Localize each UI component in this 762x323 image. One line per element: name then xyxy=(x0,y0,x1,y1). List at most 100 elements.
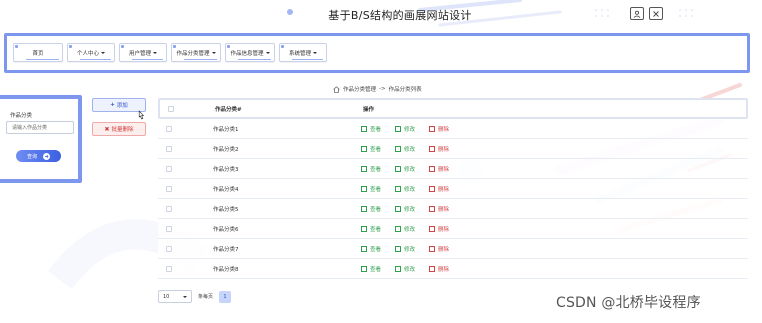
nav-item-label: 作品信息管理 xyxy=(230,50,264,57)
row-checkbox[interactable] xyxy=(166,185,172,192)
view-button[interactable]: 查看 xyxy=(361,205,381,213)
delete-icon xyxy=(429,205,436,212)
delete-button[interactable]: 删除 xyxy=(429,125,449,133)
category-name-cell: 作品分类7 xyxy=(213,246,239,253)
edit-button[interactable]: 修改 xyxy=(395,225,415,233)
edit-icon xyxy=(395,225,402,232)
delete-icon xyxy=(429,165,436,172)
view-icon xyxy=(361,165,367,172)
nav-item-home[interactable]: 首页 xyxy=(13,43,63,62)
delete-icon xyxy=(429,185,436,192)
row-checkbox[interactable] xyxy=(166,125,172,132)
page-size-select[interactable]: 10 xyxy=(158,290,192,303)
delete-icon xyxy=(429,145,436,152)
edit-label: 修改 xyxy=(404,246,416,253)
watermark: CSDN @北桥毕设程序 xyxy=(556,295,701,311)
view-icon xyxy=(361,145,367,152)
view-icon xyxy=(361,245,367,252)
delete-icon xyxy=(429,125,436,132)
chevron-down-icon xyxy=(153,51,157,54)
edit-button[interactable]: 修改 xyxy=(395,185,415,193)
search-panel: 作品分类 查询 xyxy=(0,95,82,183)
edit-button[interactable]: 修改 xyxy=(395,265,415,273)
delete-label: 删除 xyxy=(438,206,450,213)
view-icon xyxy=(361,265,367,272)
delete-label: 删除 xyxy=(438,166,450,173)
delete-icon xyxy=(429,265,436,272)
nav-item-system-management[interactable]: 系统管理 xyxy=(279,43,327,62)
nav-item-label: 系统管理 xyxy=(288,50,311,57)
batch-delete-button[interactable]: ✖ 批量删除 xyxy=(92,122,146,136)
edit-icon xyxy=(395,185,402,192)
delete-button[interactable]: 删除 xyxy=(429,165,449,173)
edit-icon xyxy=(395,125,402,132)
view-label: 查看 xyxy=(370,266,382,273)
table-row: 作品分类8 查看 修改 删除 xyxy=(158,259,748,279)
row-checkbox[interactable] xyxy=(166,145,172,152)
category-name-cell: 作品分类4 xyxy=(213,186,239,193)
edit-button[interactable]: 修改 xyxy=(395,205,415,213)
table-header: 作品分类# 操作 xyxy=(158,98,748,119)
column-header-actions: 操作 xyxy=(363,106,375,113)
category-search-input[interactable] xyxy=(6,121,74,134)
breadcrumb-section[interactable]: 作品分类管理 xyxy=(343,85,376,93)
view-button[interactable]: 查看 xyxy=(361,125,381,133)
delete-button[interactable]: 删除 xyxy=(429,225,449,233)
delete-button[interactable]: 删除 xyxy=(429,205,449,213)
chevron-down-icon xyxy=(265,51,270,54)
table-row: 作品分类7 查看 修改 删除 xyxy=(158,239,748,259)
edit-button[interactable]: 修改 xyxy=(395,145,415,153)
edit-button[interactable]: 修改 xyxy=(395,245,415,253)
nav-item-user-management[interactable]: 用户管理 xyxy=(119,43,167,62)
row-checkbox[interactable] xyxy=(166,205,172,212)
nav-item-personal-center[interactable]: 个人中心 xyxy=(67,43,115,62)
query-button-label: 查询 xyxy=(26,153,37,160)
chevron-down-icon xyxy=(183,295,187,298)
main-nav: 首页 个人中心 用户管理 作品分类管理 作品信息管理 系统管理 xyxy=(4,33,750,73)
close-icon: ✖ xyxy=(104,125,110,133)
breadcrumb-separator: -> xyxy=(379,86,386,92)
delete-button[interactable]: 删除 xyxy=(429,185,449,193)
table-row: 作品分类5 查看 修改 删除 xyxy=(158,199,748,219)
view-label: 查看 xyxy=(370,226,382,233)
table-row: 作品分类4 查看 修改 删除 xyxy=(158,179,748,199)
category-table: 作品分类# 操作 作品分类1 查看 修改 删除 作品分类2 查看 修改 删除 作品分类3 查看 修改… xyxy=(158,98,748,279)
query-button[interactable]: 查询 xyxy=(16,150,61,162)
edit-label: 修改 xyxy=(404,126,416,133)
view-button[interactable]: 查看 xyxy=(361,185,381,193)
edit-button[interactable]: 修改 xyxy=(395,125,415,133)
delete-icon xyxy=(429,225,436,232)
view-button[interactable]: 查看 xyxy=(361,265,381,273)
edit-label: 修改 xyxy=(404,266,416,273)
edit-label: 修改 xyxy=(404,206,416,213)
delete-label: 删除 xyxy=(438,186,450,193)
row-checkbox[interactable] xyxy=(166,245,172,252)
view-button[interactable]: 查看 xyxy=(361,165,381,173)
edit-icon xyxy=(395,205,402,212)
page-number-current[interactable]: 1 xyxy=(219,290,232,303)
user-center-button[interactable] xyxy=(630,7,644,20)
add-button[interactable]: + 添加 xyxy=(92,98,146,112)
breadcrumb: 作品分类管理 -> 作品分类列表 xyxy=(333,85,422,93)
logout-button[interactable] xyxy=(649,7,663,20)
select-all-checkbox[interactable] xyxy=(168,105,174,112)
edit-icon xyxy=(395,165,402,172)
delete-button[interactable]: 删除 xyxy=(429,265,449,273)
page-size-label: 条每页 xyxy=(198,294,214,300)
delete-button[interactable]: 删除 xyxy=(429,145,449,153)
view-button[interactable]: 查看 xyxy=(361,225,381,233)
row-checkbox[interactable] xyxy=(166,265,172,272)
view-button[interactable]: 查看 xyxy=(361,145,381,153)
home-icon[interactable] xyxy=(333,85,340,93)
view-label: 查看 xyxy=(370,126,382,133)
row-checkbox[interactable] xyxy=(166,225,172,232)
delete-label: 删除 xyxy=(438,146,450,153)
column-header-category[interactable]: 作品分类# xyxy=(215,105,363,113)
chevron-down-icon xyxy=(101,51,105,54)
delete-button[interactable]: 删除 xyxy=(429,245,449,253)
view-button[interactable]: 查看 xyxy=(361,245,381,253)
edit-button[interactable]: 修改 xyxy=(395,165,415,173)
nav-item-artwork-management[interactable]: 作品信息管理 xyxy=(225,43,275,62)
row-checkbox[interactable] xyxy=(166,165,172,172)
nav-item-category-management[interactable]: 作品分类管理 xyxy=(171,43,221,62)
